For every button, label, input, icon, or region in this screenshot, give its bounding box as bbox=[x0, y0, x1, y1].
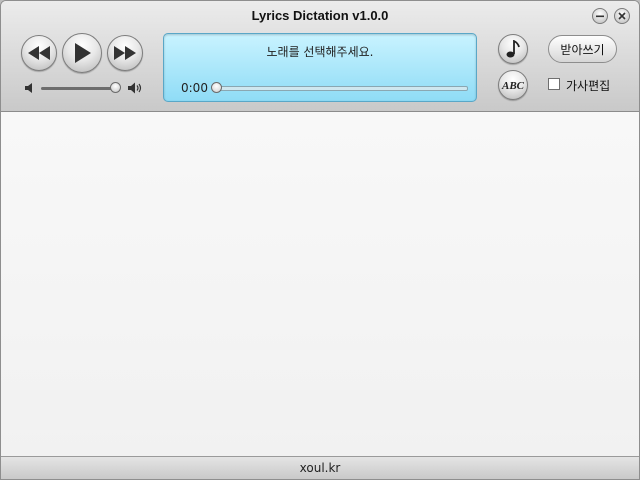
now-playing-display: 노래를 선택해주세요. 0:00 bbox=[163, 33, 477, 102]
seek-slider-track[interactable] bbox=[216, 86, 468, 91]
edit-lyrics-checkbox[interactable] bbox=[548, 78, 560, 90]
volume-low-icon bbox=[25, 83, 32, 93]
volume-slider-track[interactable] bbox=[41, 87, 119, 90]
dictation-button[interactable]: 받아쓰기 bbox=[548, 35, 617, 63]
fast-forward-button[interactable] bbox=[107, 35, 143, 71]
play-button[interactable] bbox=[62, 33, 102, 73]
minimize-button[interactable] bbox=[592, 8, 608, 24]
toolbar: Lyrics Dictation v1.0.0 노래를 선택해주세요. 0:00… bbox=[1, 1, 639, 112]
fast-forward-icon bbox=[114, 46, 136, 60]
elapsed-time: 0:00 bbox=[181, 81, 208, 95]
abc-spellcheck-icon: ABC bbox=[501, 80, 525, 92]
status-message: 노래를 선택해주세요. bbox=[266, 45, 374, 59]
volume-high-icon bbox=[128, 82, 142, 94]
rewind-button[interactable] bbox=[21, 35, 57, 71]
minimize-icon bbox=[596, 15, 604, 18]
abc-text: ABC bbox=[501, 80, 525, 92]
music-note-icon bbox=[506, 40, 520, 58]
seek-slider-knob[interactable] bbox=[211, 82, 222, 93]
close-button[interactable] bbox=[614, 8, 630, 24]
play-icon bbox=[75, 43, 91, 63]
status-text: xoul.kr bbox=[299, 461, 341, 475]
status-bar: xoul.kr bbox=[1, 456, 639, 479]
window-title: Lyrics Dictation v1.0.0 bbox=[251, 8, 389, 23]
edit-lyrics-label[interactable]: 가사편집 bbox=[566, 77, 610, 94]
app-window: Lyrics Dictation v1.0.0 노래를 선택해주세요. 0:00… bbox=[0, 0, 640, 480]
music-button[interactable] bbox=[498, 34, 528, 64]
volume-slider-knob[interactable] bbox=[110, 82, 121, 93]
lyrics-area[interactable] bbox=[1, 112, 639, 456]
close-icon bbox=[618, 12, 626, 20]
rewind-icon bbox=[28, 46, 50, 60]
spellcheck-button[interactable]: ABC bbox=[498, 70, 528, 100]
